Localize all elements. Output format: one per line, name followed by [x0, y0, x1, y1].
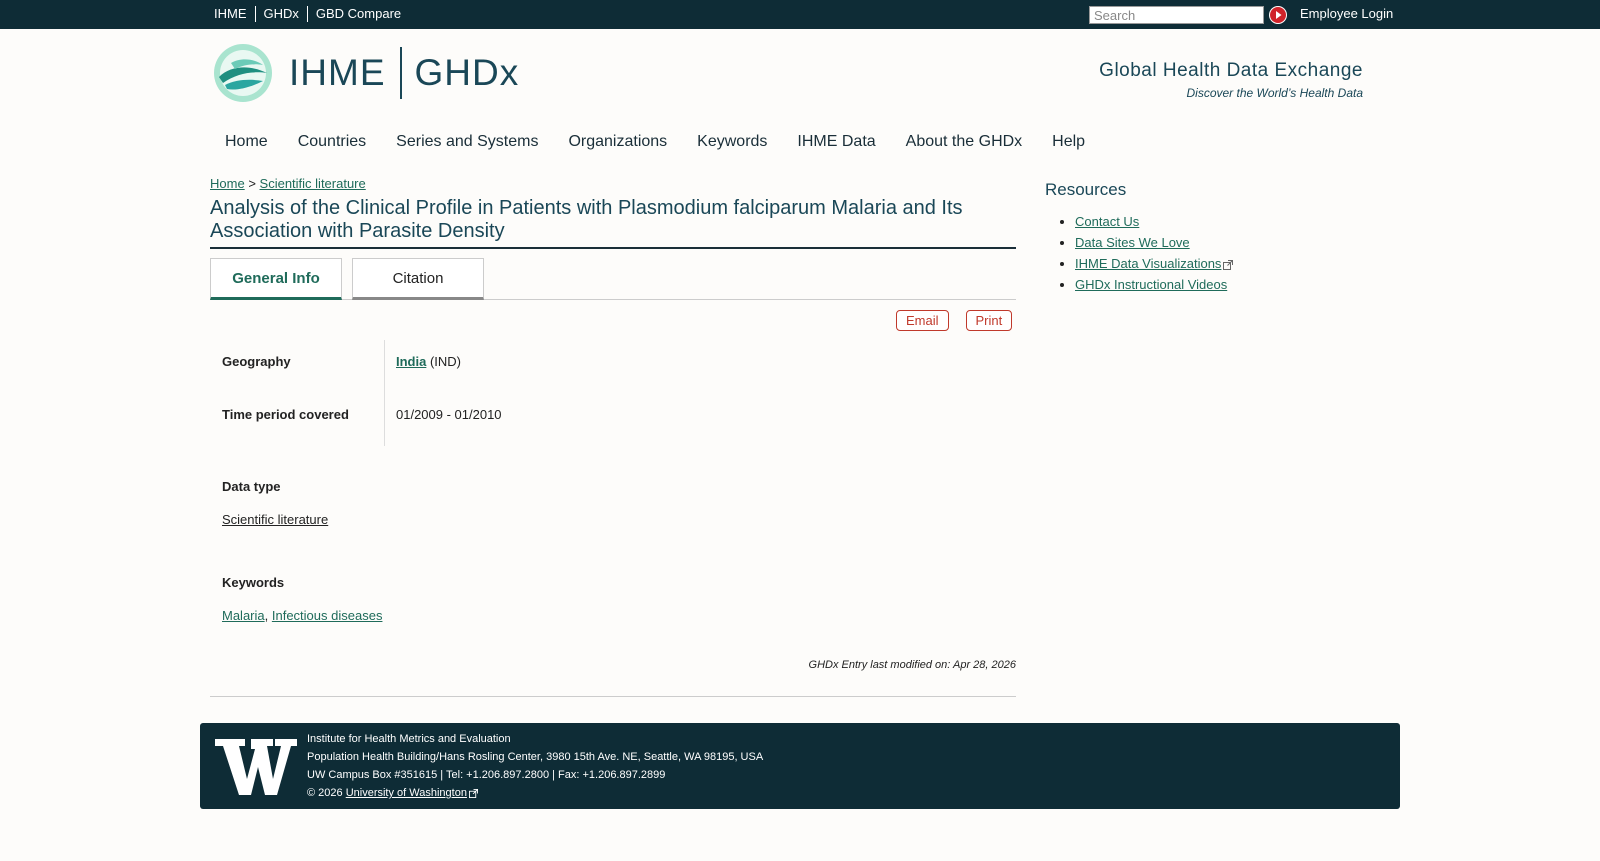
keyword-infectious-diseases[interactable]: Infectious diseases — [272, 608, 383, 623]
time-period-label: Time period covered — [222, 407, 349, 422]
contact-us-link[interactable]: Contact Us — [1075, 214, 1139, 229]
data-type-link[interactable]: Scientific literature — [222, 512, 328, 527]
resources-heading: Resources — [1045, 180, 1127, 199]
data-type-label: Data type — [222, 479, 281, 494]
print-button[interactable]: Print — [965, 310, 1013, 331]
ihme-leaf-logo-icon — [214, 44, 272, 102]
site-logo[interactable]: IHME GHDx — [213, 43, 519, 103]
nav-about-the-ghdx[interactable]: About the GHDx — [906, 133, 1023, 151]
nav-help[interactable]: Help — [1052, 133, 1085, 151]
footer-org-name: Institute for Health Metrics and Evaluat… — [307, 733, 511, 745]
data-sites-we-love-link[interactable]: Data Sites We Love — [1075, 235, 1190, 250]
top-nav-gbd-compare[interactable]: GBD Compare — [308, 6, 409, 22]
employee-login-link[interactable]: Employee Login — [1300, 6, 1393, 21]
footer-contact: UW Campus Box #351615 | Tel: +1.206.897.… — [307, 769, 666, 781]
keyword-separator: , — [264, 608, 269, 623]
footer-copyright: © 2026 University of Washington — [307, 784, 763, 802]
nav-countries[interactable]: Countries — [298, 133, 366, 151]
site-tagline: Global Health Data Exchange Discover the… — [1096, 60, 1363, 100]
keywords-list: Malaria, Infectious diseases — [222, 608, 382, 623]
university-of-washington-w-logo-icon — [215, 739, 297, 795]
external-link-icon — [468, 788, 478, 798]
brand-ghdx: GHDx — [414, 52, 520, 93]
resource-item: IHME Data Visualizations — [1075, 256, 1234, 271]
copyright-text: © 2026 — [307, 787, 343, 799]
nav-ihme-data[interactable]: IHME Data — [797, 133, 875, 151]
content-divider — [210, 696, 1016, 697]
tagline-subtitle: Discover the World’s Health Data — [1186, 86, 1363, 100]
nav-keywords[interactable]: Keywords — [697, 133, 767, 151]
resource-item: GHDx Instructional Videos — [1075, 277, 1233, 292]
nav-series-and-systems[interactable]: Series and Systems — [396, 133, 538, 151]
geography-label: Geography — [222, 354, 291, 369]
nav-organizations[interactable]: Organizations — [568, 133, 667, 151]
tab-general-info[interactable]: General Info — [210, 258, 342, 300]
keywords-label: Keywords — [222, 575, 285, 590]
top-nav-ghdx[interactable]: GHDx — [256, 6, 308, 22]
geography-code: (IND) — [429, 354, 462, 369]
tagline-title: Global Health Data Exchange — [1099, 60, 1363, 81]
time-period-row: Time period covered 01/2009 - 01/2010 — [210, 393, 810, 446]
search-input[interactable] — [1089, 6, 1264, 24]
search-button[interactable] — [1269, 6, 1287, 24]
geography-row: Geography India (IND) — [210, 340, 810, 393]
university-of-washington-link[interactable]: University of Washington — [346, 787, 467, 799]
keyword-malaria[interactable]: Malaria — [222, 608, 265, 623]
breadcrumb-current[interactable]: Scientific literature — [260, 176, 366, 191]
nav-home[interactable]: Home — [225, 133, 268, 151]
top-nav: IHME GHDx GBD Compare — [214, 6, 409, 22]
logo-divider — [399, 47, 402, 99]
page-title: Analysis of the Clinical Profile in Pati… — [210, 197, 1016, 249]
site-footer: Institute for Health Metrics and Evaluat… — [200, 723, 1400, 809]
resource-item: Data Sites We Love — [1075, 235, 1233, 250]
geography-link[interactable]: India — [396, 354, 426, 369]
footer-text: Institute for Health Metrics and Evaluat… — [307, 730, 763, 802]
geography-value: India (IND) — [396, 354, 461, 369]
ihme-data-visualizations-link[interactable]: IHME Data Visualizations — [1075, 256, 1221, 271]
tab-bar: General Info Citation — [210, 258, 1016, 300]
action-buttons: Email Print — [896, 310, 1013, 331]
main-nav: Home Countries Series and Systems Organi… — [225, 133, 1115, 151]
breadcrumb-home[interactable]: Home — [210, 176, 245, 191]
resource-item: Contact Us — [1075, 214, 1233, 229]
email-button[interactable]: Email — [896, 310, 949, 331]
time-period-value: 01/2009 - 01/2010 — [396, 407, 502, 422]
breadcrumb-separator: > — [248, 176, 256, 191]
footer-address: Population Health Building/Hans Rosling … — [307, 751, 764, 763]
tab-citation[interactable]: Citation — [352, 258, 484, 300]
external-link-icon — [1223, 259, 1234, 270]
last-modified-text: GHDx Entry last modified on: Apr 28, 202… — [808, 659, 1016, 671]
breadcrumb: Home > Scientific literature — [210, 176, 366, 191]
ghdx-instructional-videos-link[interactable]: GHDx Instructional Videos — [1075, 277, 1227, 292]
brand-ihme: IHME — [289, 52, 386, 93]
resources-list: Contact Us Data Sites We Love IHME Data … — [1075, 214, 1234, 298]
top-nav-ihme[interactable]: IHME — [214, 6, 256, 22]
play-arrow-icon — [1270, 7, 1286, 23]
